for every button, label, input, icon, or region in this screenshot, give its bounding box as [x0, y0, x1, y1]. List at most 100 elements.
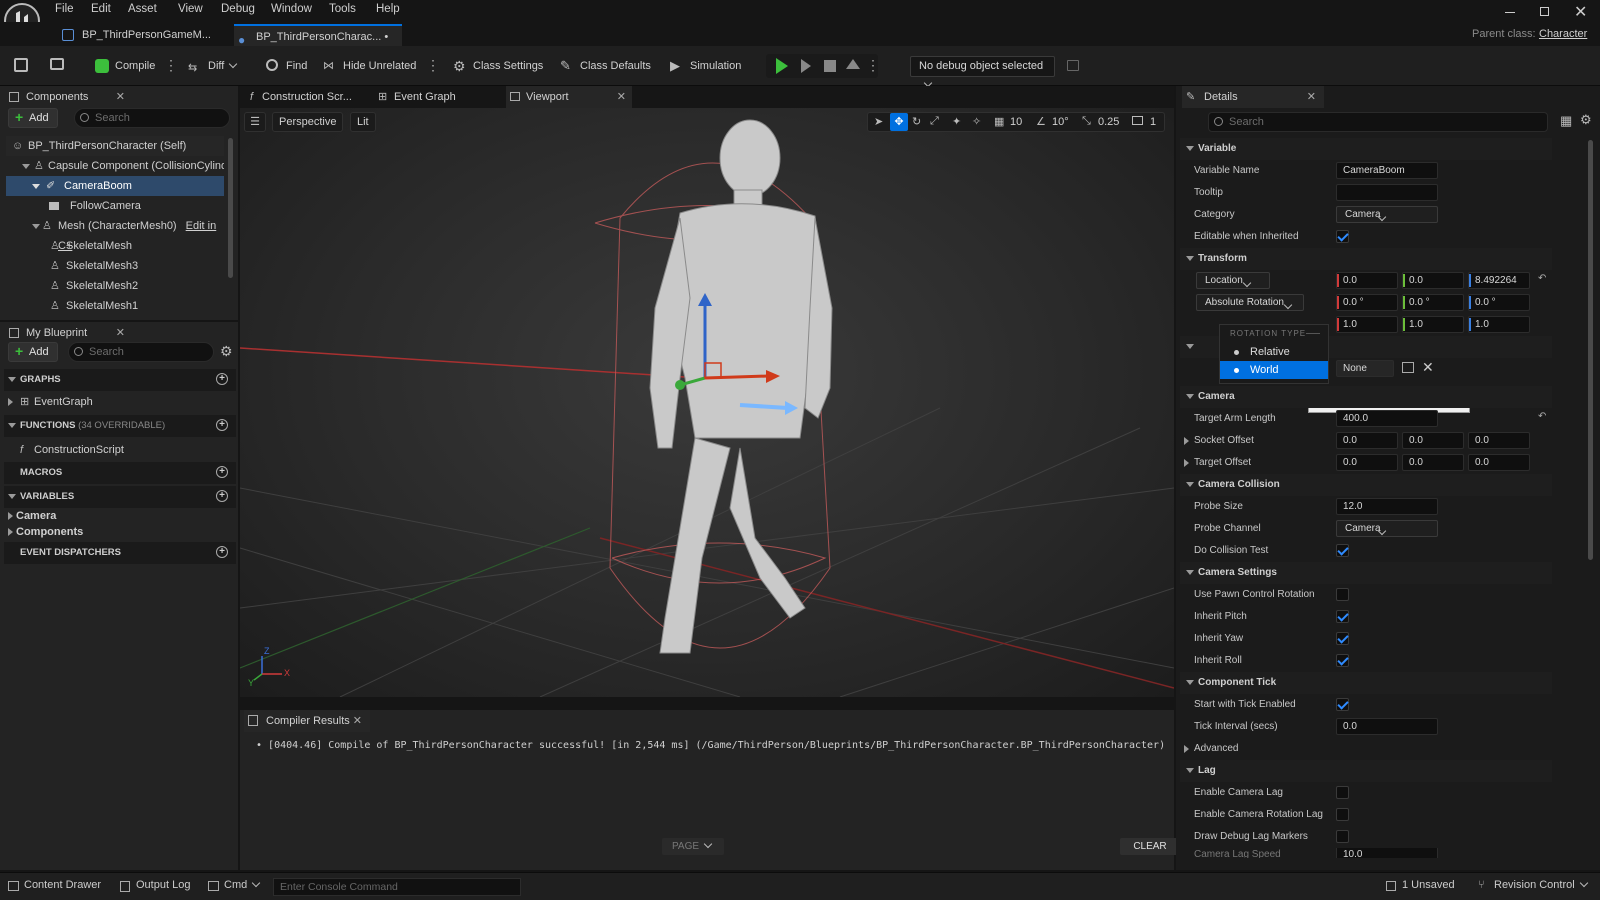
simulation-button[interactable]: ▶ Simulation: [670, 56, 741, 76]
socket-offset-z-field[interactable]: 0.0: [1468, 432, 1530, 449]
tooltip-field[interactable]: [1336, 184, 1438, 201]
step-icon[interactable]: [801, 59, 811, 73]
hide-unrelated-button[interactable]: ⋈ Hide Unrelated: [323, 56, 416, 76]
browse-icon[interactable]: [50, 58, 64, 70]
components-tab[interactable]: Components ✕: [6, 86, 131, 108]
inherit-yaw-checkbox[interactable]: [1336, 632, 1349, 645]
translate-icon[interactable]: ✥: [890, 113, 908, 131]
tree-item-skeletalmesh[interactable]: ♙ SkeletalMesh: [6, 236, 224, 256]
expand-icon[interactable]: [8, 528, 13, 536]
expand-icon[interactable]: [22, 164, 30, 169]
tree-item-skeletalmesh3[interactable]: ♙ SkeletalMesh3: [6, 256, 224, 276]
rotation-snap-icon[interactable]: ∠: [1036, 115, 1046, 128]
variable-category[interactable]: Variable: [1180, 138, 1552, 160]
blueprint-search-input[interactable]: Search: [68, 342, 214, 362]
tab-gamemode[interactable]: BP_ThirdPersonGameM...: [60, 24, 230, 46]
stop-icon[interactable]: [824, 60, 836, 72]
reset-to-default-icon[interactable]: ↶: [1538, 273, 1546, 284]
world-local-icon[interactable]: ✦: [952, 115, 961, 128]
details-search-input[interactable]: Search: [1208, 112, 1548, 132]
parent-class-link[interactable]: Character: [1539, 28, 1587, 40]
rotation-y-field[interactable]: 0.0 °: [1402, 294, 1464, 311]
viewport[interactable]: Z X Y: [240, 108, 1174, 697]
debug-object-select[interactable]: No debug object selected: [910, 56, 1055, 88]
scale-z-field[interactable]: 1.0: [1468, 316, 1530, 333]
menu-tools[interactable]: Tools: [329, 3, 356, 15]
expand-icon[interactable]: [1184, 745, 1189, 753]
grid-snap-value[interactable]: 10: [1010, 116, 1022, 128]
socket-offset-x-field[interactable]: 0.0: [1336, 432, 1398, 449]
add-graph-icon[interactable]: +: [216, 373, 228, 385]
rotation-type-select[interactable]: Absolute Rotation: [1196, 294, 1304, 311]
page-button[interactable]: PAGE: [662, 838, 724, 855]
probe-size-field[interactable]: 12.0: [1336, 498, 1438, 515]
rotate-icon[interactable]: ↻: [912, 115, 921, 128]
tree-item-cameraboom[interactable]: ✐ CameraBoom: [6, 176, 224, 196]
variables-section[interactable]: VARIABLES +: [4, 486, 236, 508]
scale-x-field[interactable]: 1.0: [1336, 316, 1398, 333]
variable-category-camera[interactable]: Camera: [6, 508, 224, 524]
debug-browse-icon[interactable]: [1067, 60, 1079, 71]
expand-icon[interactable]: [1184, 437, 1189, 445]
close-icon[interactable]: ✕: [116, 86, 125, 108]
lit-button[interactable]: Lit: [350, 112, 376, 132]
do-collision-test-checkbox[interactable]: [1336, 544, 1349, 557]
menu-edit[interactable]: Edit: [91, 3, 111, 15]
play-icon[interactable]: [776, 58, 788, 74]
macros-section[interactable]: MACROS +: [4, 462, 236, 484]
surface-snap-icon[interactable]: ✧: [972, 115, 981, 128]
menu-debug[interactable]: Debug: [221, 3, 255, 15]
compile-button[interactable]: Compile: [95, 56, 155, 76]
cmd-select[interactable]: Cmd: [208, 878, 261, 891]
menu-asset[interactable]: Asset: [128, 3, 157, 15]
camera-collision-category[interactable]: Camera Collision: [1180, 474, 1552, 496]
camera-speed-value[interactable]: 1: [1150, 116, 1156, 128]
components-scrollbar[interactable]: [228, 138, 233, 278]
target-offset-y-field[interactable]: 0.0: [1402, 454, 1464, 471]
target-offset-x-field[interactable]: 0.0: [1336, 454, 1398, 471]
output-log-button[interactable]: Output Log: [120, 879, 190, 892]
target-arm-length-field[interactable]: 400.0: [1336, 410, 1438, 427]
expand-icon[interactable]: [32, 224, 40, 229]
event-graph-item[interactable]: ⊞ EventGraph: [6, 392, 224, 412]
minimize-button[interactable]: [1505, 12, 1515, 13]
grid-snap-icon[interactable]: ▦: [994, 115, 1004, 128]
play-options-icon[interactable]: ⋮: [866, 57, 880, 74]
diff-button[interactable]: ⇆ Diff: [188, 56, 238, 76]
hide-options-icon[interactable]: ⋮: [426, 58, 440, 72]
components-search-input[interactable]: Search: [74, 108, 230, 128]
add-member-button[interactable]: + Add: [8, 342, 58, 362]
find-button[interactable]: Find: [266, 56, 307, 76]
transform-category[interactable]: Transform: [1180, 248, 1552, 270]
menu-view[interactable]: View: [178, 3, 203, 15]
perspective-button[interactable]: Perspective: [272, 112, 344, 132]
add-macro-icon[interactable]: +: [216, 466, 228, 478]
content-drawer-button[interactable]: Content Drawer: [8, 879, 101, 891]
enable-rotation-lag-checkbox[interactable]: [1336, 808, 1349, 821]
tree-item-skeletalmesh1[interactable]: ♙ SkeletalMesh1: [6, 296, 224, 316]
close-icon[interactable]: ✕: [617, 86, 626, 108]
console-input[interactable]: Enter Console Command: [273, 878, 521, 896]
rotation-x-field[interactable]: 0.0 °: [1336, 294, 1398, 311]
component-tick-category[interactable]: Component Tick: [1180, 672, 1552, 694]
clear-socket-icon[interactable]: ✕: [1422, 359, 1434, 376]
menu-file[interactable]: File: [55, 3, 74, 15]
tab-construction-script[interactable]: f Construction Scr...: [246, 86, 371, 108]
target-offset-z-field[interactable]: 0.0: [1468, 454, 1530, 471]
reset-to-default-icon[interactable]: ↶: [1538, 411, 1546, 422]
add-dispatcher-icon[interactable]: +: [216, 546, 228, 558]
event-dispatchers-section[interactable]: EVENT DISPATCHERS +: [4, 542, 236, 564]
expand-icon[interactable]: [32, 184, 40, 189]
camera-settings-category[interactable]: Camera Settings: [1180, 562, 1552, 584]
settings-gear-icon[interactable]: ⚙: [220, 343, 233, 360]
scale-icon[interactable]: ⤢: [930, 115, 939, 128]
variable-category-components[interactable]: Components: [6, 524, 224, 540]
select-icon[interactable]: ➤: [874, 115, 883, 128]
editable-inherited-checkbox[interactable]: [1336, 230, 1349, 243]
my-blueprint-tab[interactable]: My Blueprint ✕: [6, 322, 131, 344]
clear-button[interactable]: CLEAR: [1120, 838, 1180, 855]
scale-y-field[interactable]: 1.0: [1402, 316, 1464, 333]
use-pawn-control-rotation-checkbox[interactable]: [1336, 588, 1349, 601]
scale-snap-icon[interactable]: ⤡: [1082, 115, 1091, 128]
details-tab[interactable]: ✎ Details ✕: [1182, 86, 1324, 108]
